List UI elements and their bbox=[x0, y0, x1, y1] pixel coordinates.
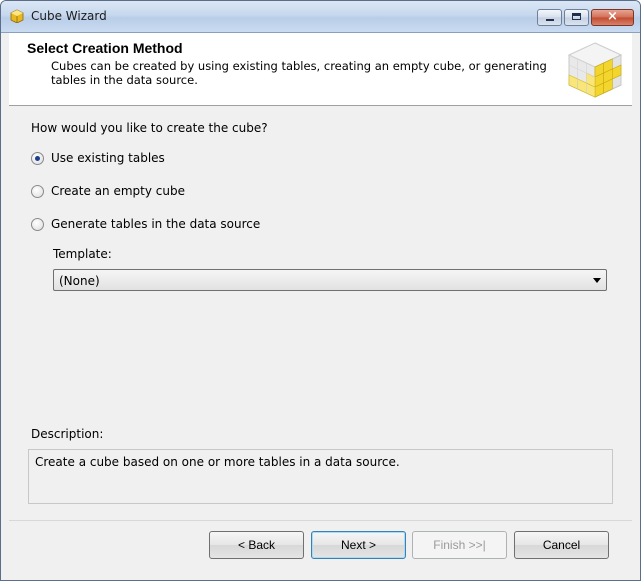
option-label[interactable]: Generate tables in the data source bbox=[51, 217, 260, 231]
maximize-icon bbox=[572, 13, 581, 20]
radio-use-existing-tables[interactable] bbox=[31, 151, 44, 165]
option-create-empty-cube[interactable]: Create an empty cube bbox=[31, 184, 185, 198]
template-select-value[interactable]: (None) bbox=[59, 274, 100, 288]
radio-generate-tables[interactable] bbox=[31, 217, 44, 231]
wizard-header: Select Creation Method Cubes can be crea… bbox=[9, 33, 632, 106]
maximize-button[interactable] bbox=[564, 9, 589, 26]
creation-question: How would you like to create the cube? bbox=[31, 121, 268, 135]
minimize-icon bbox=[546, 19, 554, 21]
option-generate-tables[interactable]: Generate tables in the data source bbox=[31, 217, 260, 231]
description-box: Create a cube based on one or more table… bbox=[28, 449, 613, 504]
cube-grid-icon bbox=[567, 42, 623, 98]
option-label[interactable]: Create an empty cube bbox=[51, 184, 185, 198]
wizard-body: How would you like to create the cube? U… bbox=[9, 107, 632, 521]
close-button[interactable]: × bbox=[591, 9, 634, 26]
finish-button[interactable]: Finish >>| bbox=[412, 531, 507, 559]
title-bar[interactable]: Cube Wizard × bbox=[1, 1, 640, 33]
minimize-button[interactable] bbox=[537, 9, 562, 26]
description-label: Description: bbox=[31, 427, 104, 441]
back-button[interactable]: < Back bbox=[209, 531, 304, 559]
cancel-button[interactable]: Cancel bbox=[514, 531, 609, 559]
cube-wizard-window: Cube Wizard × Select Creation Method Cub… bbox=[0, 0, 641, 581]
chevron-down-icon[interactable] bbox=[593, 278, 601, 283]
next-button[interactable]: Next > bbox=[311, 531, 406, 559]
template-select[interactable]: (None) bbox=[53, 269, 607, 291]
page-title: Select Creation Method bbox=[27, 40, 183, 56]
caption-buttons: × bbox=[537, 9, 634, 26]
option-use-existing-tables[interactable]: Use existing tables bbox=[31, 151, 165, 165]
footer-divider bbox=[9, 520, 632, 521]
page-description: Cubes can be created by using existing t… bbox=[51, 59, 547, 87]
radio-create-empty-cube[interactable] bbox=[31, 184, 44, 198]
close-icon: × bbox=[607, 9, 618, 24]
option-label[interactable]: Use existing tables bbox=[51, 151, 165, 165]
template-label: Template: bbox=[53, 247, 112, 261]
window-title: Cube Wizard bbox=[31, 9, 107, 23]
cube-icon bbox=[10, 9, 24, 23]
description-text: Create a cube based on one or more table… bbox=[35, 455, 400, 469]
